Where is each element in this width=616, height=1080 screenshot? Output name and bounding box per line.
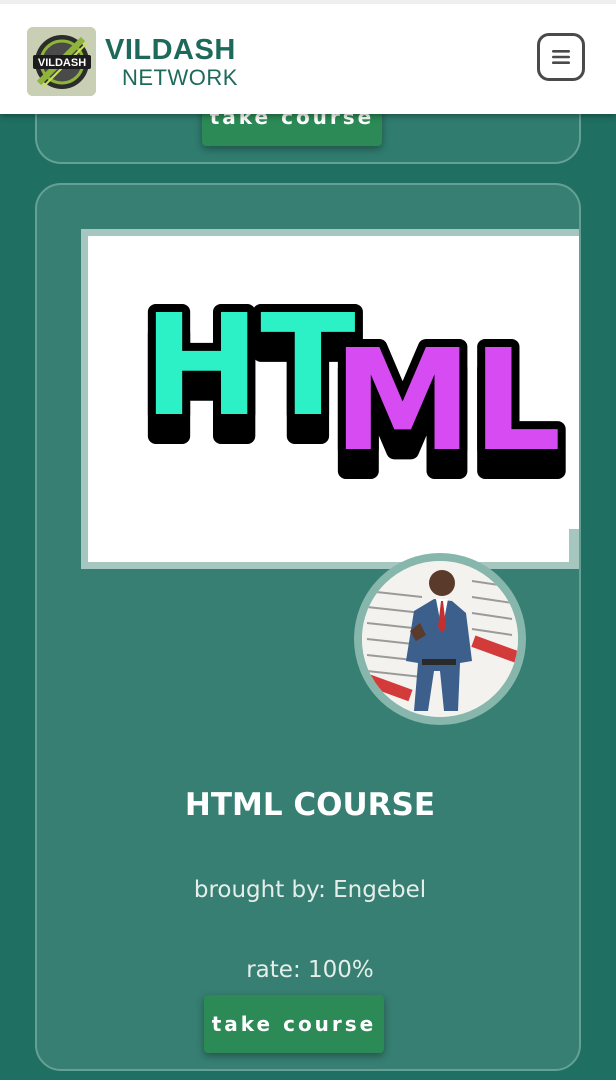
- site-subtitle: NETWORK: [122, 65, 238, 90]
- course-thumbnail[interactable]: HT ML HT ML HT ML: [81, 229, 579, 569]
- take-course-button[interactable]: take course: [204, 995, 384, 1053]
- logo-emblem-icon: VILDASH: [27, 27, 96, 96]
- course-card: HT ML HT ML HT ML HTML COURSE brought by…: [35, 183, 581, 1071]
- course-rate: rate: 100%: [246, 957, 374, 983]
- hamburger-menu-icon: [552, 50, 570, 64]
- site-logo[interactable]: VILDASH: [27, 27, 96, 96]
- html-image-text-ht: HT: [143, 285, 356, 448]
- logo-text: VILDASH: [38, 57, 86, 69]
- image-scroll-tab: [569, 529, 579, 564]
- site-title[interactable]: VILDASH: [105, 34, 236, 67]
- site-header: VILDASH VILDASH NETWORK: [0, 0, 616, 114]
- course-author: brought by: Engebel: [193, 877, 427, 903]
- author-photo-icon: [362, 561, 518, 717]
- author-avatar[interactable]: [354, 553, 526, 725]
- header-top-line: [0, 0, 616, 4]
- menu-toggle-button[interactable]: [537, 33, 585, 81]
- html-image-text-ml: ML: [333, 320, 562, 483]
- course-title: HTML COURSE: [184, 787, 436, 823]
- html-logo-image: HT ML HT ML HT ML: [135, 277, 570, 513]
